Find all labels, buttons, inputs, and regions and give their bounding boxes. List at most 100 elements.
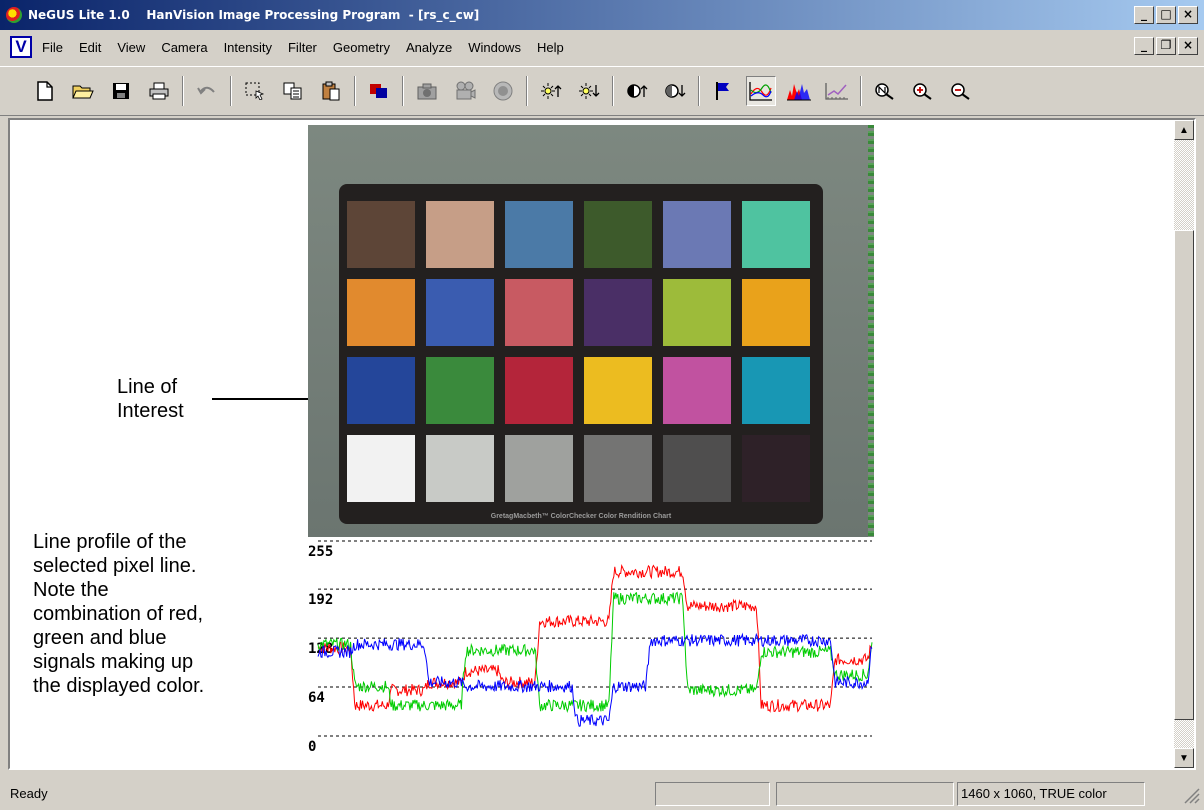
color-patch [742,201,810,268]
menu-view[interactable]: View [109,40,153,55]
contrast-down-icon[interactable] [660,76,690,106]
toolbar-separator [182,76,184,106]
window-close-button[interactable]: × [1178,6,1198,24]
camera-stack-icon[interactable] [364,76,394,106]
select-region-icon[interactable] [240,76,270,106]
measure-icon[interactable] [822,76,852,106]
caption-line: Line profile of the [33,531,187,553]
resize-grip-icon[interactable] [1182,786,1200,804]
window-minimize-button[interactable]: _ [1134,6,1154,24]
menu-file[interactable]: File [34,40,71,55]
menu-edit[interactable]: Edit [71,40,109,55]
brightness-down-icon[interactable] [574,76,604,106]
scroll-down-button[interactable]: ▼ [1174,748,1194,768]
caption-line: green and blue [33,627,167,649]
color-patch [584,435,652,502]
color-patch [584,201,652,268]
vertical-scrollbar[interactable]: ▲ ▼ [1174,120,1194,768]
title-bar[interactable]: NeGUS Lite 1.0 HanVision Image Processin… [0,0,1204,30]
toolbar-separator [698,76,700,106]
y-tick-label: 192 [308,592,333,608]
video-camera-icon[interactable] [450,76,480,106]
caption-line: the displayed color. [33,675,205,697]
camera-icon[interactable] [412,76,442,106]
zoom-in-icon[interactable] [908,76,938,106]
status-pane-empty-1 [655,782,770,806]
app-logo-icon[interactable] [6,7,22,23]
toolbar-separator [230,76,232,106]
line-profile-plot: 255192128640 [308,540,873,755]
window-title: NeGUS Lite 1.0 HanVision Image Processin… [28,8,480,22]
toolbar [0,66,1204,116]
toolbar-separator [612,76,614,106]
zoom-normal-icon[interactable] [870,76,900,106]
color-patch [505,201,573,268]
color-checker-board: GretagMacbeth™ ColorChecker Color Rendit… [339,184,823,524]
color-patch [426,435,494,502]
y-tick-label: 64 [308,690,325,706]
image-view[interactable]: Line of Interest Line profile of the sel… [8,118,1196,770]
contrast-up-icon[interactable] [622,76,652,106]
line-profile-icon[interactable] [746,76,776,106]
color-patch [742,279,810,346]
new-document-icon[interactable] [30,76,60,106]
color-patch [505,357,573,424]
status-bar: Ready 1460 x 1060, TRUE color [0,778,1204,810]
caption-line: selected pixel line. [33,555,197,577]
annotation-line: Interest [117,400,184,422]
histogram-icon[interactable] [784,76,814,106]
color-patch [584,279,652,346]
color-patch [663,435,731,502]
zoom-out-icon[interactable] [946,76,976,106]
brightness-up-icon[interactable] [536,76,566,106]
color-patch [505,279,573,346]
print-icon[interactable] [144,76,174,106]
menu-analyze[interactable]: Analyze [398,40,460,55]
profile-caption: Line profile of the selected pixel line.… [33,530,204,698]
status-ready: Ready [10,786,48,801]
color-patch [663,279,731,346]
color-patch [347,357,415,424]
scroll-thumb[interactable] [1174,230,1194,720]
undo-icon[interactable] [192,76,222,106]
caption-line: combination of red, [33,603,204,625]
flag-icon[interactable] [708,76,738,106]
color-patch [663,201,731,268]
color-patch [584,357,652,424]
color-patch [505,435,573,502]
document-system-icon[interactable]: V [10,36,32,58]
color-patch [426,279,494,346]
color-patch [426,201,494,268]
menu-bar: V File Edit View Camera Intensity Filter… [0,34,1204,60]
menu-intensity[interactable]: Intensity [216,40,280,55]
document-minimize-button[interactable]: _ [1134,37,1154,55]
toolbar-separator [402,76,404,106]
caption-line: signals making up [33,651,194,673]
color-patch [347,435,415,502]
menu-filter[interactable]: Filter [280,40,325,55]
paste-icon[interactable] [316,76,346,106]
menu-camera[interactable]: Camera [153,40,215,55]
scroll-up-button[interactable]: ▲ [1174,120,1194,140]
copy-icon[interactable] [278,76,308,106]
y-tick-label: 255 [308,544,333,560]
board-caption: GretagMacbeth™ ColorChecker Color Rendit… [490,513,672,520]
menu-windows[interactable]: Windows [460,40,529,55]
color-patch [426,357,494,424]
color-patch [742,435,810,502]
open-folder-icon[interactable] [68,76,98,106]
save-disk-icon[interactable] [106,76,136,106]
stop-record-icon[interactable] [488,76,518,106]
menu-help[interactable]: Help [529,40,572,55]
document-restore-button[interactable]: ❐ [1156,37,1176,55]
document-close-button[interactable]: × [1178,37,1198,55]
window-maximize-button[interactable]: □ [1156,6,1176,24]
menu-geometry[interactable]: Geometry [325,40,398,55]
line-of-interest-label: Line of Interest [117,375,184,423]
caption-line: Note the [33,579,109,601]
status-image-info: 1460 x 1060, TRUE color [957,782,1145,806]
toolbar-separator [526,76,528,106]
color-checker-image[interactable]: GretagMacbeth™ ColorChecker Color Rendit… [308,125,874,537]
y-tick-label: 0 [308,739,316,755]
color-patch [347,279,415,346]
